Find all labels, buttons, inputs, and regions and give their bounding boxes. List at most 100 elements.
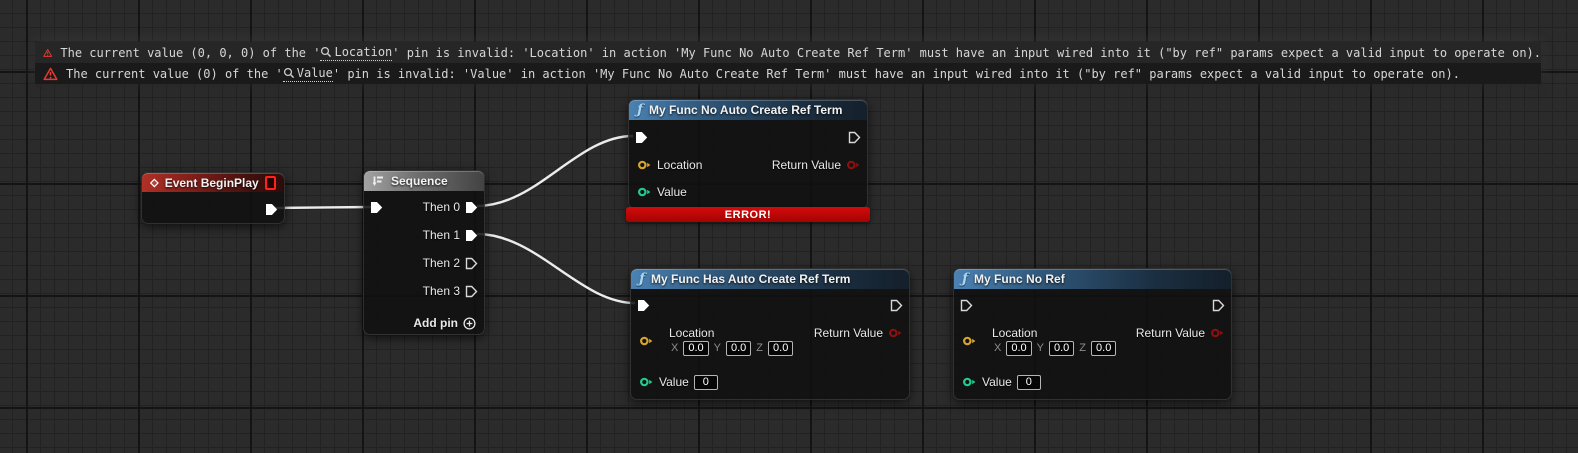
exec-pin-icon [960,299,973,312]
exec-pin-icon [1212,299,1225,312]
node-header[interactable]: ƒ My Func No Ref [954,269,1231,289]
value-input[interactable]: 0 [1017,375,1041,390]
axis-z-input[interactable]: 0.0 [1091,341,1116,356]
node-title: My Func Has Auto Create Ref Term [651,272,850,286]
pin-value-input[interactable]: Value 0 [962,374,1041,390]
axis-x-input[interactable]: 0.0 [683,341,708,356]
pin-return-value-output[interactable]: Return Value [814,325,903,341]
pin-return-value-output[interactable]: Return Value [772,157,861,173]
pin-label: Value [659,375,689,389]
exec-output-pin[interactable] [265,201,278,217]
pin-link-location[interactable]: Location [320,45,392,61]
pin-value-input[interactable]: Value [637,184,687,200]
node-header[interactable]: Sequence [364,171,484,191]
node-header[interactable]: ƒ My Func Has Auto Create Ref Term [631,269,909,289]
warning-row-value[interactable]: The current value (0) of the ' Value ' p… [35,63,1541,84]
node-my-func-no-ref[interactable]: ƒ My Func No Ref Location X 0.0 Y 0. [953,268,1232,400]
pin-value-input[interactable]: Value 0 [639,374,718,390]
value-input[interactable]: 0 [694,375,718,390]
exec-pin-icon [465,201,478,214]
integer-pin-icon [637,187,652,197]
pin-label: Return Value [814,326,883,340]
node-event-beginplay[interactable]: Event BeginPlay [141,172,285,224]
pin-label: Then 3 [423,284,460,298]
function-f-icon: ƒ [962,272,968,286]
exec-pin-icon [465,285,478,298]
pin-then-2[interactable]: Then 2 [423,255,478,271]
warning-triangle-icon [43,46,52,60]
sequence-icon [372,175,385,187]
pin-link-label: Value [297,66,333,80]
pin-return-value-output[interactable]: Return Value [1136,325,1225,341]
node-title: My Func No Ref [974,272,1065,286]
warning-text: The current value (0, 0, 0) of the ' Loc… [60,45,1541,61]
diamond-icon [150,177,159,189]
node-title: Sequence [391,174,448,188]
axis-y-input[interactable]: 0.0 [1049,341,1074,356]
node-title: Event BeginPlay [165,176,259,190]
exec-output-pin[interactable] [1212,297,1225,313]
axis-x-input[interactable]: 0.0 [1006,341,1031,356]
node-title: My Func No Auto Create Ref Term [649,103,842,117]
node-header[interactable]: ƒ My Func No Auto Create Ref Term [629,100,867,120]
integer-pin-icon [639,377,654,387]
pin-label: Then 2 [423,256,460,270]
warning-suffix: ' pin is invalid: 'Location' in action '… [392,46,1541,60]
exec-input-pin[interactable] [960,297,973,313]
axis-x-label: X [994,342,1001,354]
exec-wire-then1-to-func-has-auto[interactable] [477,234,635,303]
add-pin-button[interactable]: Add pin [413,315,476,331]
pin-then-1[interactable]: Then 1 [423,227,478,243]
warning-prefix: The current value (0, 0, 0) of the ' [60,46,320,60]
integer-pin-icon [962,377,977,387]
node-header[interactable]: Event BeginPlay [142,173,284,192]
exec-input-pin[interactable] [635,129,648,145]
warning-row-location[interactable]: The current value (0, 0, 0) of the ' Loc… [35,42,1541,63]
pin-then-3[interactable]: Then 3 [423,283,478,299]
vector-default-inputs: X 0.0 Y 0.0 Z 0.0 [671,340,793,356]
pin-location-label: Location [992,325,1037,341]
pin-label: Value [982,375,1012,389]
compiler-warnings-panel: The current value (0, 0, 0) of the ' Loc… [35,42,1541,84]
exec-output-pin[interactable] [890,297,903,313]
pin-label: Location [657,158,702,172]
vector-pin-icon [639,336,654,346]
exec-wire-then0-to-func-no-auto[interactable] [477,136,633,206]
exec-input-pin[interactable] [370,199,383,215]
vector-default-inputs: X 0.0 Y 0.0 Z 0.0 [994,340,1116,356]
bool-pin-icon [846,160,861,170]
node-my-func-has-auto-create-ref-term[interactable]: ƒ My Func Has Auto Create Ref Term Locat… [630,268,910,400]
pin-location-input[interactable] [962,333,977,349]
exec-wire-beginplay-to-sequence[interactable] [271,207,371,208]
magnifier-icon [320,46,332,58]
exec-pin-icon [635,131,648,144]
pin-link-value[interactable]: Value [283,66,333,82]
pin-location-input[interactable] [639,333,654,349]
exec-pin-icon [637,299,650,312]
exec-pin-icon [848,131,861,144]
warning-triangle-icon [43,67,58,81]
axis-y-input[interactable]: 0.0 [726,341,751,356]
exec-input-pin[interactable] [637,297,650,313]
error-label: ERROR! [725,209,771,221]
axis-z-input[interactable]: 0.0 [768,341,793,356]
magnifier-icon [283,67,295,79]
pin-link-label: Location [334,45,392,59]
axis-y-label: Y [714,342,721,354]
axis-z-label: Z [1079,342,1086,354]
vector-pin-icon [637,160,652,170]
exec-pin-icon [890,299,903,312]
add-pin-label: Add pin [413,316,458,330]
error-banner: ERROR! [626,207,870,222]
exec-pin-icon [370,201,383,214]
function-f-icon: ƒ [637,103,643,117]
exec-pin-icon [265,203,278,216]
node-sequence[interactable]: Sequence Then 0 Then 1 Then 2 Then [363,170,485,335]
exec-pin-icon [465,257,478,270]
blueprint-graph[interactable]: The current value (0, 0, 0) of the ' Loc… [0,0,1578,453]
pin-location-input[interactable]: Location [637,157,702,173]
pin-then-0[interactable]: Then 0 [423,199,478,215]
axis-y-label: Y [1037,342,1044,354]
node-my-func-no-auto-create-ref-term[interactable]: ƒ My Func No Auto Create Ref Term Locati… [628,99,868,209]
exec-output-pin[interactable] [848,129,861,145]
